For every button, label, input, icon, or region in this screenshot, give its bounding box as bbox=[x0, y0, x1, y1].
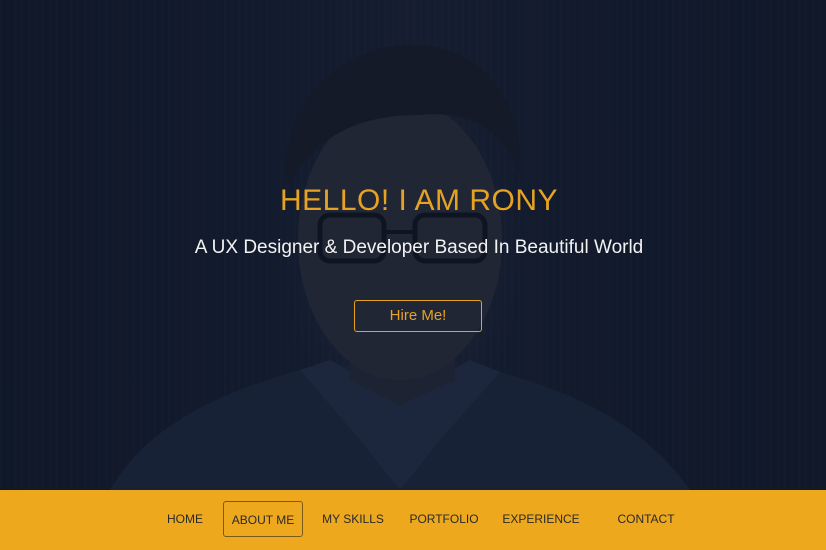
hero-subtitle: A UX Designer & Developer Based In Beaut… bbox=[194, 237, 644, 258]
nav-item-my-skills[interactable]: MY SKILLS bbox=[318, 501, 388, 537]
nav-item-contact[interactable]: CONTACT bbox=[610, 501, 682, 537]
nav-item-home[interactable]: HOME bbox=[160, 501, 210, 537]
hero-section: HELLO! I AM RONY A UX Designer & Develop… bbox=[0, 0, 826, 490]
hero-content: HELLO! I AM RONY A UX Designer & Develop… bbox=[0, 0, 826, 490]
main-navigation: HOME ABOUT ME MY SKILLS PORTFOLIO EXPERI… bbox=[0, 490, 826, 550]
hire-me-button[interactable]: Hire Me! bbox=[354, 300, 482, 332]
nav-item-experience[interactable]: EXPERIENCE bbox=[500, 501, 582, 537]
nav-item-about-me[interactable]: ABOUT ME bbox=[223, 501, 303, 537]
hero-title: HELLO! I AM RONY bbox=[279, 184, 559, 217]
nav-item-portfolio[interactable]: PORTFOLIO bbox=[405, 501, 483, 537]
